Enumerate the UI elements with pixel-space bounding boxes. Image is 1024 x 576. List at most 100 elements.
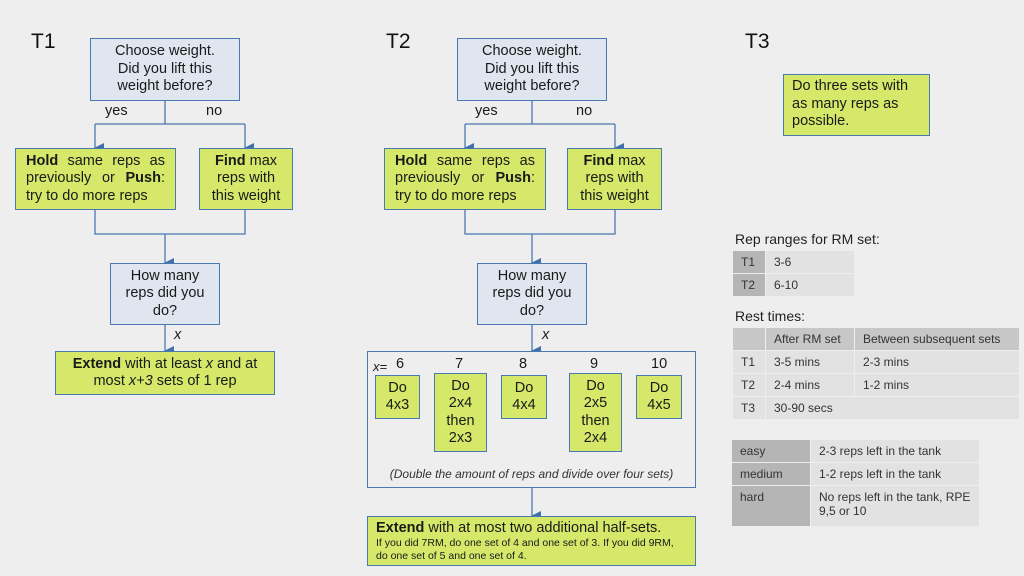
option-line: Do [586, 377, 605, 394]
option-line: 2x4 [448, 395, 473, 411]
howmany-line: do? [519, 302, 545, 319]
t2-title: T2 [386, 30, 411, 53]
t1-yes-label: yes [105, 103, 128, 119]
t1-question-box: Choose weight. Did you lift this weight … [90, 38, 240, 101]
extend-keyword: Extend [72, 355, 122, 372]
option-box: Do 4x3 [375, 375, 420, 419]
t3-title: T3 [745, 30, 770, 53]
table-cell: medium [732, 463, 810, 485]
extend-text: with at most two additional half-sets. [424, 520, 662, 536]
table-cell: easy [732, 440, 810, 462]
table-row: hard No reps left in the tank, RPE 9,5 o… [732, 486, 979, 526]
table-cell: T1 [733, 351, 765, 373]
t2-question-line: weight before? [484, 78, 580, 95]
option-box: Do 4x4 [501, 375, 547, 419]
t1-question-line: weight before? [117, 78, 213, 95]
table-cell: 1-2 reps left in the tank [811, 463, 979, 485]
table-cell: No reps left in the tank, RPE 9,5 or 10 [811, 486, 979, 526]
extend-keyword: Extend [376, 520, 425, 536]
t1-no-label: no [206, 103, 223, 119]
t2-no-label: no [576, 103, 593, 119]
table-cell: T3 [733, 397, 765, 419]
table-cell: T2 [733, 374, 765, 396]
howmany-line: reps did you [125, 285, 205, 302]
t2-yes-label: yes [475, 103, 498, 119]
option-box: Do 2x4 then 2x3 [434, 373, 487, 452]
table-cell: 3-5 mins [766, 351, 854, 373]
t2-find-box: Find max reps with this weight [567, 148, 662, 210]
t1-hold-box: Hold same reps as previously or Push: tr… [15, 148, 176, 210]
t1-title: T1 [31, 30, 56, 53]
table-row: easy 2-3 reps left in the tank [732, 440, 979, 462]
table-row: T2 2-4 mins 1-2 mins [733, 374, 1019, 396]
t2-question-box: Choose weight. Did you lift this weight … [457, 38, 607, 101]
option-line: 4x3 [385, 397, 410, 413]
table-cell: 1-2 mins [855, 374, 1019, 396]
extend-x: x [205, 355, 213, 372]
option-line: 4x4 [512, 397, 536, 413]
rest-times-table: After RM set Between subsequent sets T1 … [732, 327, 1020, 420]
option-line: Do [514, 379, 534, 396]
table-header-row: After RM set Between subsequent sets [733, 328, 1019, 350]
t1-extend-box: Extend with at least x and at most x+3 s… [55, 351, 275, 395]
t2-options-note: (Double the amount of reps and divide ov… [389, 467, 674, 481]
option-x-value: 9 [590, 356, 599, 372]
table-cell: T1 [733, 251, 765, 273]
t3-box: Do three sets with as many reps as possi… [783, 74, 930, 136]
howmany-line: do? [152, 302, 178, 319]
option-line: Do [451, 377, 470, 394]
extend-x3: x+3 [128, 373, 153, 389]
option-x-value: 7 [455, 356, 464, 372]
option-line: 4x5 [647, 397, 671, 413]
t2-howmany-box: How many reps did you do? [477, 263, 587, 325]
table-cell: 2-3 mins [855, 351, 1019, 373]
extend-detail: If you did 7RM, do one set of 4 and one … [376, 537, 674, 562]
hold-keyword: Hold [395, 152, 428, 169]
extend-text: sets of 1 rep [152, 373, 237, 389]
t2-merge-line [464, 210, 616, 235]
table-cell: 30-90 secs [766, 397, 1019, 419]
t2-extend-box: Extend with at most two additional half-… [367, 516, 696, 566]
find-keyword: Find [214, 152, 246, 169]
table-header: Between subsequent sets [855, 328, 1019, 350]
option-box: Do 4x5 [636, 375, 682, 419]
t2-x-label: x [542, 327, 550, 343]
t2-question-line: Did you lift this [484, 60, 580, 77]
option-line: Do [388, 379, 407, 396]
option-line: 2x5 [583, 395, 608, 411]
t2-question-line: Choose weight. [482, 43, 582, 60]
table-cell: hard [732, 486, 810, 526]
option-line: 2x3 [448, 430, 473, 446]
t1-howmany-box: How many reps did you do? [110, 263, 220, 325]
option-box: Do 2x5 then 2x4 [569, 373, 622, 452]
option-line: then [446, 412, 475, 429]
table-cell: T2 [733, 274, 765, 296]
t1-question-line: Did you lift this [117, 60, 213, 77]
table-header: After RM set [766, 328, 854, 350]
rest-times-title: Rest times: [735, 308, 806, 324]
x-equals-label: x= [373, 359, 388, 374]
difficulty-table: easy 2-3 reps left in the tank medium 1-… [731, 439, 980, 527]
push-keyword: Push [125, 170, 161, 187]
table-row: T2 6-10 [733, 274, 854, 296]
table-row: T1 3-6 [733, 251, 854, 273]
option-line: 2x4 [583, 430, 608, 446]
option-x-value: 6 [396, 356, 405, 372]
t2-hold-box: Hold same reps as previously or Push: tr… [384, 148, 546, 210]
rep-ranges-title: Rep ranges for RM set: [735, 231, 880, 247]
table-header [733, 328, 765, 350]
t1-merge-line [94, 210, 246, 235]
table-cell: 6-10 [766, 274, 854, 296]
extend-text: with at least [121, 355, 206, 372]
option-line: Do [649, 379, 669, 396]
howmany-line: How many [130, 267, 200, 284]
howmany-line: reps did you [492, 285, 572, 302]
t1-question-line: Choose weight. [115, 43, 215, 60]
option-x-value: 10 [651, 356, 668, 372]
table-row: T1 3-5 mins 2-3 mins [733, 351, 1019, 373]
table-row: medium 1-2 reps left in the tank [732, 463, 979, 485]
rep-ranges-table: T1 3-6 T2 6-10 [732, 250, 855, 297]
option-line: then [581, 412, 610, 429]
find-keyword: Find [583, 152, 615, 169]
table-cell: 2-4 mins [766, 374, 854, 396]
